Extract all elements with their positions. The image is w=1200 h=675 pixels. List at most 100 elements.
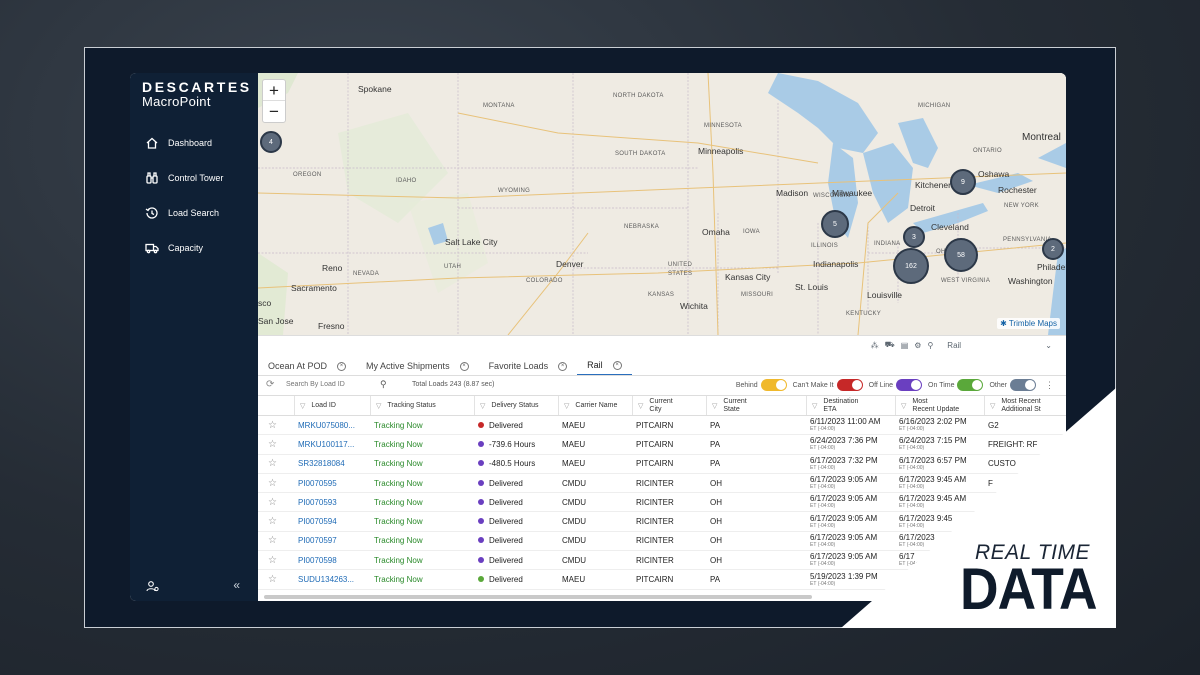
toggle-switch[interactable]: [760, 379, 787, 391]
filter-icon[interactable]: ▽: [300, 402, 305, 410]
favorite-star-icon[interactable]: ☆: [268, 574, 277, 585]
map-cluster[interactable]: 58: [944, 238, 978, 272]
tracking-status: Tracking Now: [374, 478, 423, 488]
filter-icon[interactable]: ▽: [712, 402, 717, 410]
report-icon[interactable]: ▤: [901, 341, 909, 350]
column-header[interactable]: ▽ Carrier Name: [558, 396, 632, 415]
chevron-down-icon[interactable]: ⌄: [1045, 341, 1052, 350]
sidebar-item-capacity[interactable]: Capacity: [130, 230, 258, 265]
sidebar-item-control-tower[interactable]: Control Tower: [130, 160, 258, 195]
load-id-link[interactable]: PI0070593: [298, 493, 370, 511]
tab-favorite-loads[interactable]: Favorite Loads ×: [479, 356, 578, 376]
map-city-label: Sacramento: [291, 283, 337, 293]
column-header[interactable]: ▽ Current State: [706, 396, 782, 415]
view-select[interactable]: Rail: [947, 341, 1039, 350]
horizontal-scrollbar[interactable]: [264, 595, 812, 599]
column-header-label: Tracking Status: [387, 401, 436, 409]
home-icon: [146, 137, 158, 149]
favorite-star-icon[interactable]: ☆: [268, 535, 277, 546]
refresh-icon[interactable]: ⟳: [266, 379, 274, 390]
map-cluster[interactable]: 9: [950, 169, 976, 195]
filter-icon[interactable]: ▽: [480, 402, 485, 410]
column-header[interactable]: ▽ Load ID: [294, 396, 370, 415]
favorite-star-icon[interactable]: ☆: [268, 458, 277, 469]
map-state-label: KENTUCKY: [846, 311, 882, 317]
zoom-in-button[interactable]: +: [263, 80, 285, 101]
load-id-link[interactable]: PI0070595: [298, 474, 370, 492]
close-icon[interactable]: ×: [558, 361, 568, 371]
column-header[interactable]: ▽ Current City: [632, 396, 706, 415]
map-cluster[interactable]: 162: [893, 248, 929, 284]
close-icon[interactable]: ×: [612, 360, 622, 370]
load-id-link[interactable]: SR32818084: [298, 455, 370, 473]
favorite-star-icon[interactable]: ☆: [268, 497, 277, 508]
favorite-star-icon[interactable]: ☆: [268, 420, 277, 431]
tabs: Ocean At POD × My Active Shipments × Favor…: [258, 356, 632, 376]
toggle-label: Can't Make It: [792, 381, 834, 389]
truck-filter-icon[interactable]: ⛟: [885, 340, 895, 350]
search-icon[interactable]: ⚲: [380, 379, 387, 390]
favorite-cell[interactable]: ☆: [268, 532, 300, 550]
delivery-status: -739.6 Hours: [478, 435, 558, 453]
favorite-star-icon[interactable]: ☆: [268, 439, 277, 450]
favorite-cell[interactable]: ☆: [268, 416, 300, 434]
user-settings-icon[interactable]: [146, 580, 159, 592]
close-icon[interactable]: ×: [459, 361, 469, 371]
map-view[interactable]: + − NORTH DAKOTA SOUTH DAKOTA MINNESOTA …: [258, 73, 1066, 335]
favorite-cell[interactable]: ☆: [268, 493, 300, 511]
brand-logo: DESCARTES MacroPoint: [142, 79, 252, 109]
load-id-link[interactable]: PI0070598: [298, 551, 370, 569]
load-id-link[interactable]: MRKU100117...: [298, 435, 370, 453]
favorite-cell[interactable]: ☆: [268, 455, 300, 473]
status-dot-icon: [478, 498, 484, 505]
load-id-link[interactable]: PI0070597: [298, 532, 370, 550]
favorite-cell[interactable]: ☆: [268, 474, 300, 492]
favorite-star-icon[interactable]: ☆: [268, 516, 277, 527]
gear-icon[interactable]: ⚙: [914, 341, 921, 350]
logo-bottom: MacroPoint: [142, 94, 211, 109]
favorite-cell[interactable]: ☆: [268, 435, 300, 453]
load-id-link[interactable]: SUDU134263...: [298, 570, 370, 588]
filter-icon[interactable]: ▽: [564, 402, 569, 410]
map-cluster[interactable]: 2: [1042, 238, 1064, 260]
tab-label: My Active Shipments: [366, 361, 450, 371]
map-cluster[interactable]: 5: [821, 210, 849, 238]
map-city-label: Detroit: [910, 203, 936, 213]
map-city-label: Omaha: [702, 227, 730, 237]
map-state-label: SOUTH DAKOTA: [615, 151, 666, 157]
tab-my-active-shipments[interactable]: My Active Shipments ×: [356, 356, 479, 376]
tab-label: Favorite Loads: [488, 361, 549, 371]
close-icon[interactable]: ×: [337, 361, 347, 371]
attribution-text: Trimble Maps: [1008, 319, 1057, 328]
favorite-star-icon[interactable]: ☆: [268, 478, 277, 489]
delivery-status: -480.5 Hours: [478, 455, 558, 473]
sidebar-item-label: Dashboard: [168, 137, 213, 148]
delivery-status: Delivered: [478, 570, 558, 588]
map-cluster[interactable]: 4: [260, 131, 282, 153]
filter-icon[interactable]: ▽: [812, 402, 817, 410]
sidebar-item-dashboard[interactable]: Dashboard: [130, 125, 258, 160]
column-header[interactable]: ▽ Delivery Status: [474, 396, 558, 415]
zoom-out-button[interactable]: −: [263, 101, 285, 122]
favorite-cell[interactable]: ☆: [268, 551, 300, 569]
sidebar-item-load-search[interactable]: Load Search: [130, 195, 258, 230]
collapse-sidebar-icon[interactable]: «: [233, 578, 240, 592]
load-id-link[interactable]: PI0070594: [298, 513, 370, 531]
current-state: PA: [710, 575, 721, 585]
toggle-behind[interactable]: Behind: [736, 379, 787, 391]
favorite-star-icon[interactable]: ☆: [268, 555, 277, 566]
delivery-status: Delivered: [478, 493, 558, 511]
favorite-cell[interactable]: ☆: [268, 570, 300, 588]
tab-ocean-at-pod[interactable]: Ocean At POD ×: [258, 356, 356, 376]
column-header[interactable]: ▽ Tracking Status: [370, 396, 474, 415]
filter-icon[interactable]: ▽: [638, 402, 643, 410]
map-cluster[interactable]: 3: [903, 226, 925, 248]
cluster-icon[interactable]: ⁂: [871, 341, 879, 350]
carrier-name: CMDU: [562, 517, 586, 527]
tab-rail[interactable]: Rail ×: [577, 356, 632, 376]
load-id-link[interactable]: MRKU075080...: [298, 416, 370, 434]
column-header-label: Carrier Name: [575, 401, 618, 409]
filter-icon[interactable]: ▽: [376, 402, 381, 410]
search-icon[interactable]: ⚲: [927, 341, 933, 350]
favorite-cell[interactable]: ☆: [268, 513, 300, 531]
